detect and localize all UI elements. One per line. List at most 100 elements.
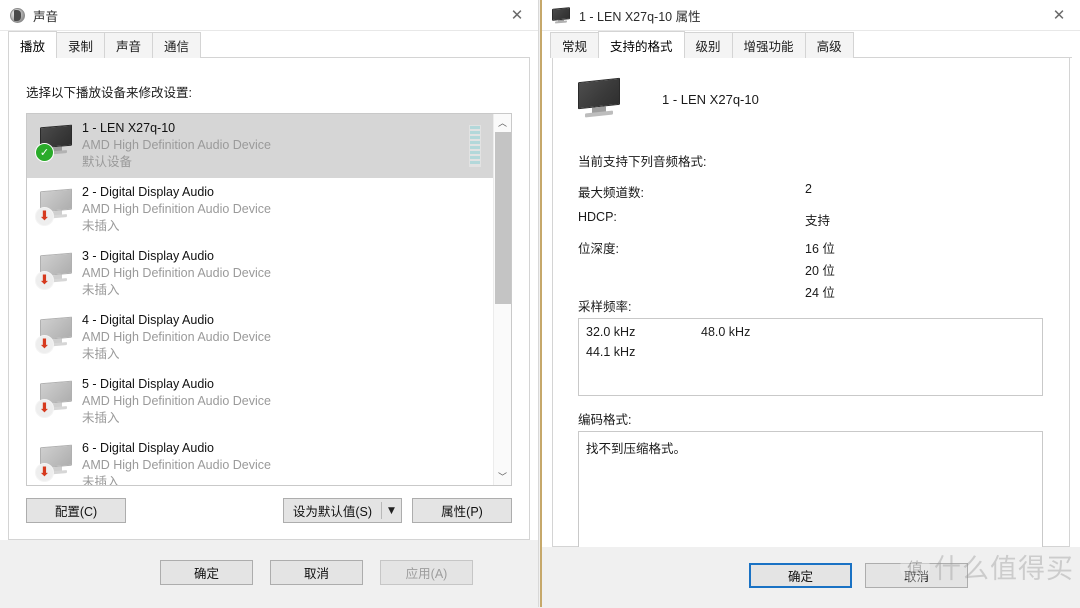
encoding-format-box[interactable]: 找不到压缩格式。 — [578, 431, 1043, 550]
props-window-titlebar: 1 - LEN X27q-10 属性 ✕ — [542, 0, 1080, 31]
sound-window-footer: 确定 取消 应用(A) — [0, 540, 538, 607]
tab-enhancements[interactable]: 增强功能 — [731, 32, 806, 58]
tab-levels[interactable]: 级别 — [683, 32, 733, 58]
tab-general[interactable]: 常规 — [550, 32, 600, 58]
section-heading: 当前支持下列音频格式: — [578, 155, 707, 169]
device-name: 3 - Digital Display Audio — [82, 249, 215, 263]
hdcp-value: 支持 — [805, 214, 831, 228]
bit-depth-value-2: 20 位 — [805, 264, 835, 278]
tab-communications-label: 通信 — [164, 40, 190, 54]
list-item[interactable]: ⬇ 2 - Digital Display Audio AMD High Def… — [27, 178, 493, 242]
tab-general-label: 常规 — [562, 40, 588, 54]
bit-depth-label: 位深度: — [578, 242, 619, 256]
playback-device-list-items: ✓ 1 - LEN X27q-10 AMD High Definition Au… — [27, 114, 493, 485]
hdcp-label: HDCP: — [578, 210, 617, 224]
list-item[interactable]: ⬇ 6 - Digital Display Audio AMD High Def… — [27, 434, 493, 486]
tab-enhancements-label: 增强功能 — [743, 40, 794, 54]
device-driver: AMD High Definition Audio Device — [82, 138, 271, 152]
device-status: 未插入 — [82, 411, 120, 425]
default-device-check-icon: ✓ — [35, 143, 54, 162]
properties-button[interactable]: 属性(P) — [412, 498, 512, 523]
max-channels-value: 2 — [805, 182, 812, 196]
tab-supported-formats[interactable]: 支持的格式 — [598, 31, 685, 58]
playback-device-list[interactable]: ✓ 1 - LEN X27q-10 AMD High Definition Au… — [26, 113, 512, 486]
device-title: 1 - LEN X27q-10 — [662, 91, 759, 107]
bit-depth-value-3: 24 位 — [805, 286, 835, 300]
sample-rate-1: 32.0 kHz — [586, 325, 636, 339]
volume-meter — [469, 125, 481, 167]
tab-advanced-label: 高级 — [816, 40, 842, 54]
unplugged-icon: ⬇ — [35, 463, 54, 482]
set-default-split-button[interactable]: 设为默认值(S) ▼ — [282, 498, 402, 523]
device-list-scrollbar[interactable]: ︿ ﹀ — [493, 114, 511, 485]
encoding-format-value: 找不到压缩格式。 — [586, 442, 687, 456]
sound-window-title: 声音 — [33, 9, 59, 24]
set-default-label: 设为默认值(S) — [292, 505, 372, 519]
sample-rate-box[interactable]: 32.0 kHz 48.0 kHz 44.1 kHz — [578, 318, 1043, 396]
ok-button[interactable]: 确定 — [749, 563, 852, 588]
list-item[interactable]: ✓ 1 - LEN X27q-10 AMD High Definition Au… — [27, 114, 493, 178]
device-status: 未插入 — [82, 283, 120, 297]
sound-window: 声音 ✕ 播放 录制 声音 通信 选择以下播放设备来修改设置: ✓ 1 - LE… — [0, 0, 539, 607]
tab-supported-formats-label: 支持的格式 — [610, 39, 673, 54]
device-driver: AMD High Definition Audio Device — [82, 394, 271, 408]
device-status: 默认设备 — [82, 155, 133, 169]
scroll-down-icon[interactable]: ﹀ — [494, 468, 511, 485]
device-status: 未插入 — [82, 475, 120, 486]
device-driver: AMD High Definition Audio Device — [82, 266, 271, 280]
sample-rate-2: 48.0 kHz — [701, 325, 751, 339]
tab-advanced[interactable]: 高级 — [804, 32, 854, 58]
device-header: 1 - LEN X27q-10 — [578, 77, 759, 118]
device-name: 6 - Digital Display Audio — [82, 441, 215, 455]
tab-recording-label: 录制 — [68, 40, 94, 54]
max-channels-label: 最大频道数: — [578, 186, 644, 200]
playback-tab-panel: 选择以下播放设备来修改设置: ✓ 1 - LEN X27q-10 AMD Hig… — [8, 58, 530, 540]
device-driver: AMD High Definition Audio Device — [82, 458, 271, 472]
speaker-icon — [10, 7, 25, 23]
scrollbar-thumb[interactable] — [495, 132, 511, 304]
supported-formats-panel: 1 - LEN X27q-10 当前支持下列音频格式: 最大频道数: 2 HDC… — [552, 58, 1070, 550]
tab-communications[interactable]: 通信 — [152, 32, 202, 58]
device-name: 1 - LEN X27q-10 — [82, 121, 176, 135]
unplugged-icon: ⬇ — [35, 271, 54, 290]
device-status: 未插入 — [82, 347, 120, 361]
monitor-icon — [552, 6, 571, 24]
scroll-up-icon[interactable]: ︿ — [494, 114, 511, 131]
device-status: 未插入 — [82, 219, 120, 233]
encoding-format-label: 编码格式: — [578, 413, 632, 427]
props-tabstrip: 常规 支持的格式 级别 增强功能 高级 — [542, 31, 1080, 58]
close-icon[interactable]: ✕ — [496, 0, 538, 30]
tab-recording[interactable]: 录制 — [56, 32, 106, 58]
sound-tabstrip: 播放 录制 声音 通信 — [0, 31, 538, 58]
unplugged-icon: ⬇ — [35, 399, 54, 418]
device-driver: AMD High Definition Audio Device — [82, 202, 271, 216]
device-driver: AMD High Definition Audio Device — [82, 330, 271, 344]
monitor-icon — [578, 77, 622, 118]
list-item[interactable]: ⬇ 4 - Digital Display Audio AMD High Def… — [27, 306, 493, 370]
list-item[interactable]: ⬇ 5 - Digital Display Audio AMD High Def… — [27, 370, 493, 434]
props-window-title: 1 - LEN X27q-10 属性 — [579, 9, 701, 24]
unplugged-icon: ⬇ — [35, 335, 54, 354]
tab-playback-label: 播放 — [20, 39, 46, 54]
props-window-footer: 确定 取消 — [542, 547, 1080, 607]
apply-button: 应用(A) — [380, 560, 473, 585]
device-name: 2 - Digital Display Audio — [82, 185, 215, 199]
list-item[interactable]: ⬇ 3 - Digital Display Audio AMD High Def… — [27, 242, 493, 306]
close-icon[interactable]: ✕ — [1038, 0, 1080, 30]
tab-sounds-label: 声音 — [116, 40, 142, 54]
device-name: 4 - Digital Display Audio — [82, 313, 215, 327]
device-name: 5 - Digital Display Audio — [82, 377, 215, 391]
playback-prompt: 选择以下播放设备来修改设置: — [26, 86, 192, 100]
tab-playback[interactable]: 播放 — [8, 31, 58, 58]
cancel-button[interactable]: 取消 — [270, 560, 363, 585]
cancel-button[interactable]: 取消 — [865, 563, 968, 588]
sample-rate-label: 采样频率: — [578, 300, 632, 314]
sound-window-titlebar: 声音 ✕ — [0, 0, 538, 31]
unplugged-icon: ⬇ — [35, 207, 54, 226]
configure-button[interactable]: 配置(C) — [26, 498, 126, 523]
device-properties-window: 1 - LEN X27q-10 属性 ✕ 常规 支持的格式 级别 增强功能 高级 — [540, 0, 1080, 607]
chevron-down-icon[interactable]: ▼ — [382, 499, 401, 522]
bit-depth-value: 16 位 — [805, 242, 835, 256]
ok-button[interactable]: 确定 — [160, 560, 253, 585]
tab-sounds[interactable]: 声音 — [104, 32, 154, 58]
